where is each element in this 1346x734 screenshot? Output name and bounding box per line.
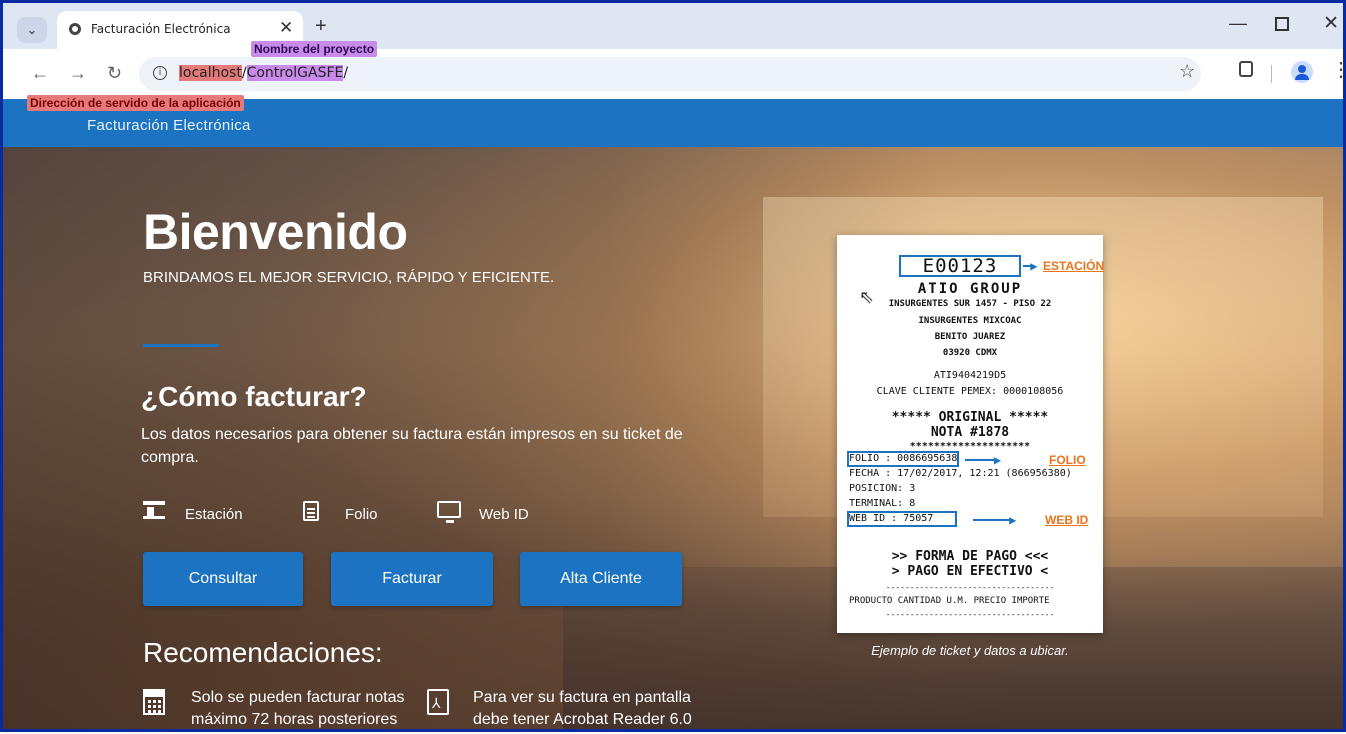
ticket-address-1: INSURGENTES SUR 1457 - PISO 22: [888, 299, 1052, 309]
ticket-folio: FOLIO : 0086695638: [849, 453, 958, 464]
browser-toolbar: ← → ↻ i localhost/ControlGASFE/ ☆ ⋮: [3, 49, 1343, 99]
webid-annotation: WEB ID: [1045, 513, 1089, 527]
calendar-icon: [143, 689, 165, 715]
item-label: Estación: [185, 506, 243, 523]
minimize-icon[interactable]: —: [1229, 13, 1247, 34]
recommendations-title: Recomendaciones:: [143, 637, 383, 668]
ticket-nota: NOTA #1878: [930, 425, 1010, 440]
how-to-title: ¿Cómo facturar?: [141, 381, 367, 412]
tab-title: Facturación Electrónica: [91, 22, 231, 36]
bookmark-star-icon[interactable]: ☆: [1179, 61, 1195, 82]
ticket-address-4: 03920 CDMX: [942, 348, 998, 358]
station-annotation: ESTACIÓN: [1043, 259, 1105, 273]
tab-search-button[interactable]: ⌄: [17, 17, 47, 43]
recommendation-text: Solo se pueden facturar notas máximo 72 …: [191, 689, 405, 728]
ticket-columns: PRODUCTO CANTIDAD U.M. PRECIO IMPORTE: [849, 596, 1050, 606]
browser-menu-icon[interactable]: ⋮: [1331, 57, 1343, 82]
site-brand[interactable]: Facturación Electrónica: [87, 117, 251, 134]
profile-avatar-icon[interactable]: [1291, 61, 1313, 83]
ticket-client-key: CLAVE CLIENTE PEMEX: 0000108056: [876, 386, 1064, 397]
ticket-example: E00123 ━▶ ESTACIÓN ATIO GROUP INSURGENTE…: [837, 235, 1105, 633]
site-favicon-icon: [69, 23, 81, 35]
new-tab-button[interactable]: +: [315, 15, 327, 38]
url-host: localhost: [179, 65, 242, 81]
ticket-terminal: TERMINAL: 8: [849, 498, 916, 509]
ticket-address-3: BENITO JUAREZ: [934, 332, 1006, 342]
hero-title: Bienvenido: [143, 204, 408, 260]
toolbar-divider: [1271, 65, 1272, 83]
station-icon: [143, 501, 165, 519]
arrow-right-icon: ━━━━━▶: [973, 513, 1017, 527]
url-trailing-slash: /: [343, 65, 349, 81]
mouse-cursor-icon: ⇖: [859, 287, 875, 308]
folio-annotation: FOLIO: [1049, 453, 1086, 467]
ticket-dashes-bottom: -----------------------------------: [885, 610, 1055, 619]
ticket-dashes-top: -----------------------------------: [885, 583, 1055, 592]
forward-arrow-icon[interactable]: →: [69, 63, 87, 84]
restore-icon[interactable]: [1275, 17, 1289, 31]
close-tab-icon[interactable]: ✕: [279, 18, 293, 38]
hero-subtitle: BRINDAMOS EL MEJOR SERVICIO, RÁPIDO Y EF…: [143, 269, 555, 286]
hero-section: Bienvenido BRINDAMOS EL MEJOR SERVICIO, …: [3, 147, 1343, 729]
url-separator: /: [241, 65, 247, 81]
ticket-station-box: E00123: [899, 255, 1021, 277]
ticket-address-2: INSURGENTES MIXCOAC: [918, 316, 1022, 326]
url-project: ControlGASFE: [246, 65, 344, 81]
consultar-button[interactable]: Consultar: [143, 552, 303, 606]
pdf-icon: [427, 689, 449, 715]
item-label: Folio: [345, 506, 378, 523]
arrow-right-icon: ━▶: [1023, 259, 1038, 273]
window-close-icon[interactable]: ✕: [1323, 12, 1339, 35]
back-arrow-icon[interactable]: ←: [31, 63, 49, 84]
ticket-caption: Ejemplo de ticket y datos a ubicar.: [871, 643, 1069, 658]
extensions-icon[interactable]: [1239, 61, 1253, 77]
ticket-forma-pago: >> FORMA DE PAGO <<<: [891, 549, 1049, 564]
ticket-webid: WEB ID : 75057: [849, 513, 934, 524]
ticket-fecha: FECHA : 17/02/2017, 12:21 (866956380): [849, 468, 1072, 479]
ticket-company: ATIO GROUP: [917, 281, 1023, 297]
site-info-icon[interactable]: i: [153, 66, 167, 80]
url-text: localhost/ControlGASFE/: [179, 65, 348, 81]
alta-cliente-button[interactable]: Alta Cliente: [520, 552, 682, 606]
browser-window: ⌄ Facturación Electrónica ✕ + — ✕ Nombre…: [0, 0, 1346, 732]
ticket-rfc: ATI9404219D5: [933, 370, 1007, 381]
ticket-posicion: POSICION: 3: [849, 483, 916, 494]
title-divider: [143, 344, 219, 347]
document-icon: [303, 501, 319, 521]
reload-icon[interactable]: ↻: [107, 63, 122, 84]
monitor-icon: [437, 501, 461, 523]
arrow-right-icon: ━━━━▶: [965, 453, 1002, 467]
server-address-annotation: Dirección de servido de la aplicación: [27, 95, 244, 111]
how-to-text: Los datos necesarios para obtener su fac…: [141, 426, 683, 466]
ticket-pago-efectivo: > PAGO EN EFECTIVO <: [891, 564, 1049, 579]
facturar-button[interactable]: Facturar: [331, 552, 493, 606]
ticket-original: ***** ORIGINAL *****: [891, 410, 1049, 425]
address-bar[interactable]: i localhost/ControlGASFE/: [139, 57, 1201, 91]
recommendation-text: Para ver su factura en pantalla debe ten…: [473, 689, 692, 728]
project-name-annotation: Nombre del proyecto: [251, 41, 378, 57]
item-label: Web ID: [479, 506, 529, 523]
tab-strip: ⌄ Facturación Electrónica ✕ + — ✕: [3, 3, 1343, 49]
